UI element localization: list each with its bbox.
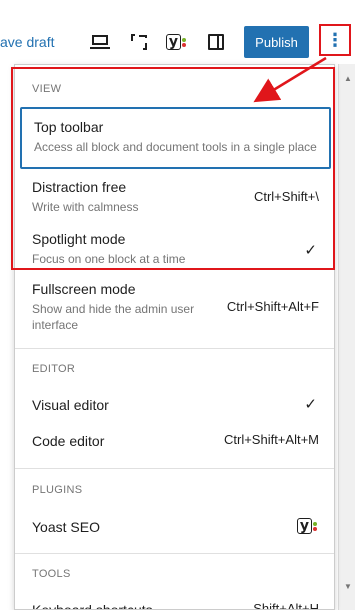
group-title-tools: TOOLS [32, 568, 71, 580]
editor-canvas-edge [0, 64, 10, 610]
group-title-editor: EDITOR [32, 363, 76, 375]
item-shortcut: Ctrl+Shift+Alt+F [226, 299, 319, 314]
annotation-arrow [253, 56, 327, 103]
group-title-plugins: PLUGINS [32, 484, 83, 496]
item-label: Yoast SEO [32, 519, 100, 535]
editor-scrollbar[interactable] [338, 64, 355, 610]
item-description: Show and hide the admin user interface [32, 302, 195, 332]
menu-item-keyboard-shortcuts[interactable]: Keyboard shortcuts Shift+Alt+H [20, 600, 331, 610]
separator [15, 348, 334, 349]
item-label: Fullscreen mode [32, 281, 136, 297]
separator [15, 468, 334, 469]
scroll-down-icon[interactable]: ▼ [344, 582, 352, 591]
menu-item-fullscreen-mode[interactable]: Fullscreen mode Show and hide the admin … [20, 279, 331, 339]
menu-item-code-editor[interactable]: Code editor Ctrl+Shift+Alt+M [20, 431, 331, 455]
yoast-icon: y [296, 517, 317, 535]
menu-item-yoast-seo[interactable]: Yoast SEO y [20, 517, 331, 541]
separator [15, 553, 334, 554]
item-shortcut: Ctrl+Shift+Alt+M [223, 432, 319, 447]
item-label: Visual editor [32, 397, 109, 413]
menu-item-visual-editor[interactable]: Visual editor ✓ [20, 395, 331, 419]
item-shortcut: Shift+Alt+H [253, 601, 319, 610]
check-icon: ✓ [304, 396, 317, 413]
